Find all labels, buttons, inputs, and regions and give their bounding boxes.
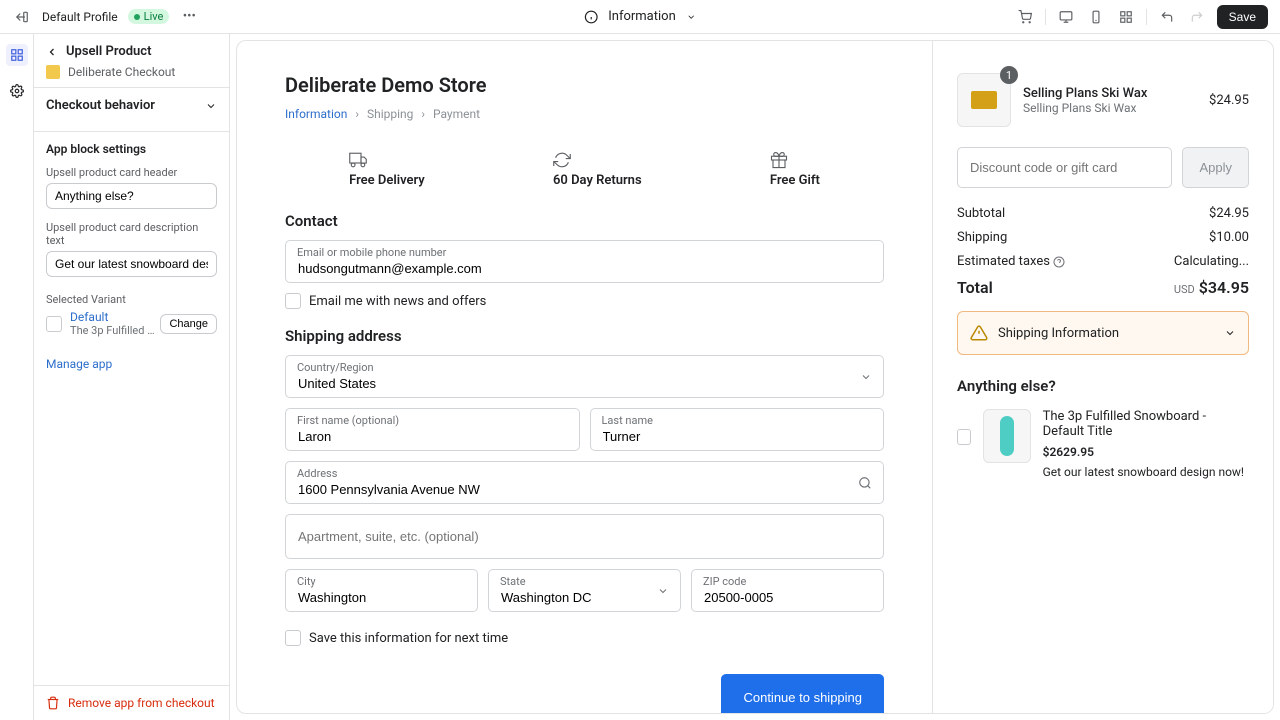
benefit-returns: 60 Day Returns [553, 151, 642, 188]
cart-icon[interactable] [1015, 7, 1035, 27]
crumb-shipping: Shipping [367, 107, 413, 121]
cart-item-image: 1 [957, 73, 1011, 127]
warning-icon [970, 324, 988, 342]
email-label: Email or mobile phone number [297, 246, 446, 259]
chevron-down-icon [1224, 327, 1236, 339]
sidebar: Upsell Product Deliberate Checkout Check… [34, 34, 230, 720]
cart-item-price: $24.95 [1209, 93, 1249, 108]
chevron-down-icon [686, 12, 696, 22]
save-button[interactable]: Save [1217, 5, 1268, 29]
truck-icon [349, 151, 367, 169]
app-icon [46, 65, 60, 79]
address-field[interactable] [285, 461, 884, 504]
fullscreen-icon[interactable] [1116, 7, 1136, 27]
refresh-icon [553, 151, 571, 169]
optin-label: Email me with news and offers [309, 294, 486, 309]
live-badge: Live [128, 9, 170, 24]
breadcrumb: Information › Shipping › Payment [285, 107, 884, 121]
cart-qty-badge: 1 [1000, 66, 1018, 84]
manage-app-link[interactable]: Manage app [34, 357, 229, 371]
exit-icon[interactable] [12, 7, 32, 27]
email-optin-checkbox[interactable] [285, 293, 301, 309]
topbar-center[interactable]: Information [584, 9, 696, 24]
shipping-heading: Shipping address [285, 327, 884, 345]
benefit-gift: Free Gift [770, 151, 820, 188]
chevron-down-icon[interactable] [205, 100, 217, 112]
upsell-checkbox[interactable] [957, 429, 971, 445]
variant-name[interactable]: Default [70, 310, 160, 324]
save-info-checkbox[interactable] [285, 630, 301, 646]
help-icon[interactable] [1053, 256, 1065, 268]
redo-icon[interactable] [1187, 7, 1207, 27]
search-icon [858, 476, 872, 490]
benefit-delivery: Free Delivery [349, 151, 425, 188]
upsell-price: $2629.95 [1043, 445, 1249, 459]
remove-app-button[interactable]: Remove app from checkout [34, 685, 229, 720]
cart-item-name: Selling Plans Ski Wax [1023, 86, 1197, 101]
crumb-payment: Payment [433, 107, 480, 121]
header-field-label: Upsell product card header [46, 166, 217, 179]
contact-heading: Contact [285, 212, 884, 230]
left-rail [0, 34, 34, 720]
topbar: Default Profile Live ••• Information Sav… [0, 0, 1280, 34]
topbar-left: Default Profile Live ••• [12, 7, 199, 27]
upsell-image [983, 409, 1030, 463]
continue-button[interactable]: Continue to shipping [721, 674, 884, 713]
trash-icon [46, 696, 60, 710]
apply-button[interactable]: Apply [1182, 147, 1249, 188]
crumb-information[interactable]: Information [285, 107, 347, 121]
store-title: Deliberate Demo Store [285, 73, 884, 97]
mobile-icon[interactable] [1086, 7, 1106, 27]
gift-icon [770, 151, 788, 169]
profile-name: Default Profile [42, 10, 118, 24]
info-icon [584, 10, 598, 24]
variant-icon [46, 316, 62, 332]
rail-settings-icon[interactable] [6, 80, 28, 102]
sidebar-title: Upsell Product [66, 44, 151, 59]
undo-icon[interactable] [1157, 7, 1177, 27]
header-input[interactable] [46, 183, 217, 209]
desc-field-label: Upsell product card description text [46, 221, 217, 247]
more-icon[interactable]: ••• [179, 7, 199, 27]
desktop-icon[interactable] [1056, 7, 1076, 27]
selected-variant-label: Selected Variant [46, 293, 217, 306]
cart-item-sub: Selling Plans Ski Wax [1023, 101, 1197, 115]
app-name: Deliberate Checkout [68, 65, 175, 79]
block-settings-label: App block settings [46, 142, 217, 156]
order-summary: 1 Selling Plans Ski Wax Selling Plans Sk… [933, 41, 1273, 713]
variant-desc: The 3p Fulfilled Snow... [70, 324, 160, 337]
checkout-form: Deliberate Demo Store Information › Ship… [237, 41, 933, 713]
discount-input[interactable] [957, 147, 1172, 188]
upsell-name: The 3p Fulfilled Snowboard - Default Tit… [1043, 409, 1249, 439]
topbar-right: Save [1015, 5, 1268, 29]
upsell-desc: Get our latest snowboard design now! [1043, 465, 1249, 479]
change-button[interactable]: Change [160, 314, 217, 334]
behavior-label: Checkout behavior [46, 98, 155, 113]
apartment-field[interactable] [285, 514, 884, 559]
shipping-info-banner[interactable]: Shipping Information [957, 311, 1249, 355]
desc-input[interactable] [46, 251, 217, 277]
upsell-heading: Anything else? [957, 377, 1249, 395]
back-icon[interactable] [46, 46, 58, 58]
country-field[interactable] [285, 355, 884, 398]
topbar-center-label: Information [608, 9, 676, 24]
rail-sections-icon[interactable] [6, 44, 28, 66]
